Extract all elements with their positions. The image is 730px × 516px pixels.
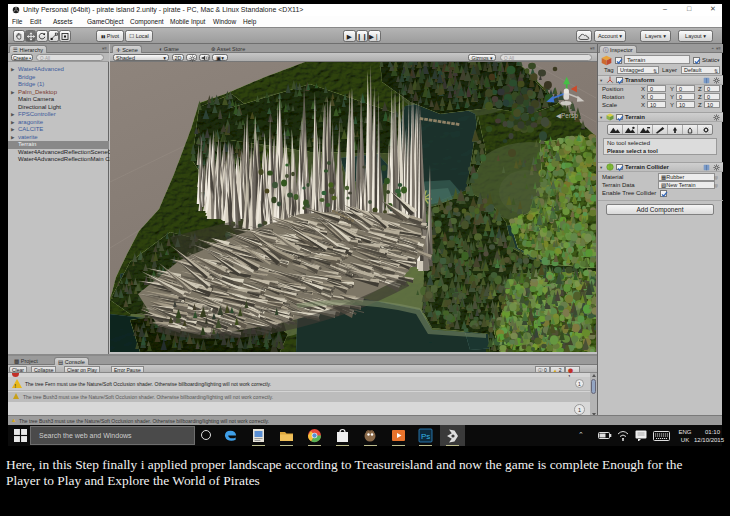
svg-text:Ps: Ps <box>421 432 430 441</box>
svg-text:◀Persp: ◀Persp <box>556 112 578 120</box>
